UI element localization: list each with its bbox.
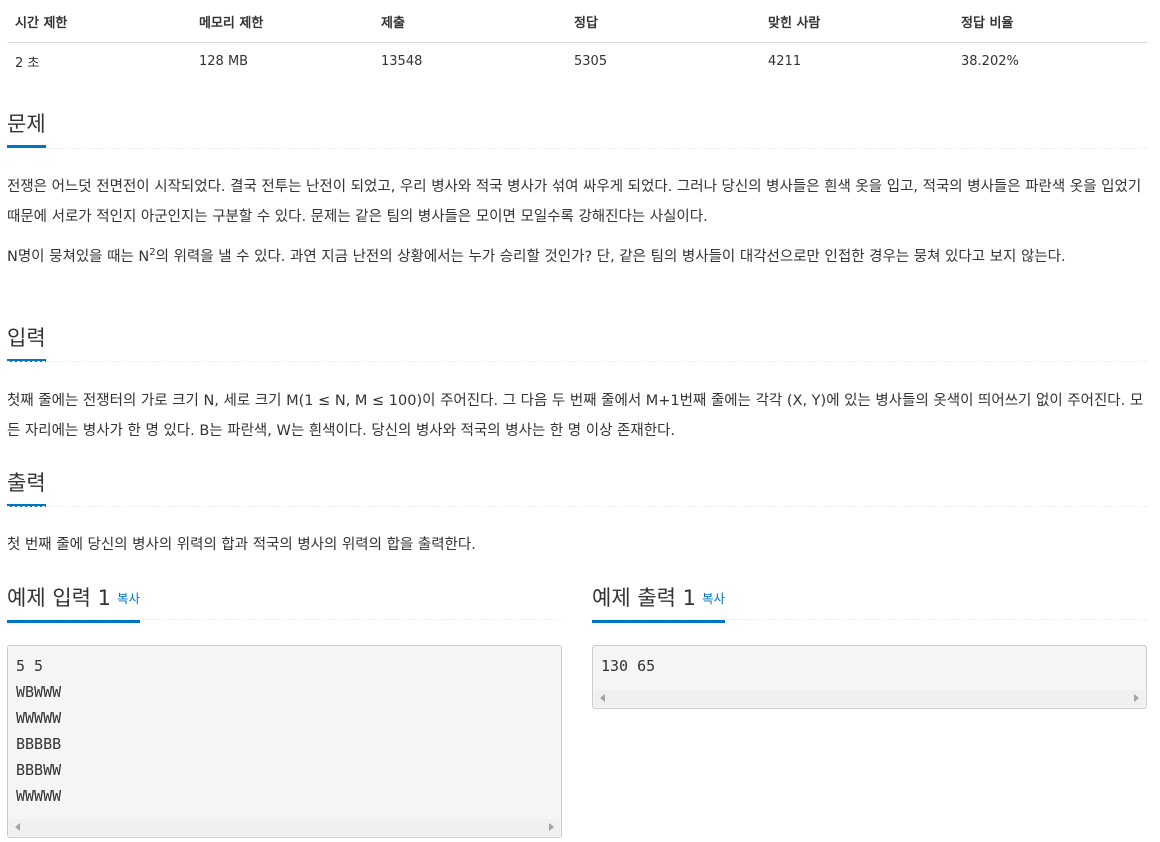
sample-output-title: 예제 출력 1 복사 <box>592 585 726 623</box>
sample-input-content: 5 5 WBWWW WWWWW BBBBB BBBWW WWWWW <box>16 657 62 805</box>
sample-output-box: 130 65 <box>592 645 1147 709</box>
scroll-right-arrow-icon[interactable] <box>1134 694 1139 702</box>
header-submissions: 제출 <box>381 15 405 31</box>
section-divider <box>7 148 1147 149</box>
header-accepted: 정답 <box>574 15 598 31</box>
section-divider <box>7 619 562 620</box>
problem-text-part: 의 위력을 낼 수 있다. 과연 지금 난전의 상황에서는 누가 승리할 것인가… <box>155 249 1066 265</box>
copy-sample-output-button[interactable]: 복사 <box>702 591 725 606</box>
sample-output-title-text: 예제 출력 1 <box>592 586 696 610</box>
scroll-left-arrow-icon[interactable] <box>15 823 20 831</box>
problem-description-1: 전쟁은 어느덧 전면전이 시작되었다. 결국 전투는 난전이 되었고, 우리 병… <box>7 179 1142 225</box>
problem-title: 문제 <box>7 111 46 148</box>
output-title: 출력 <box>7 470 46 507</box>
memory-limit-value: 128 MB <box>199 53 249 69</box>
scroll-left-arrow-icon[interactable] <box>600 694 605 702</box>
horizontal-scrollbar[interactable] <box>594 690 1145 707</box>
submissions-value: 13548 <box>381 53 423 69</box>
solved-users-value: 4211 <box>768 53 802 69</box>
header-time-limit: 시간 제한 <box>15 15 68 31</box>
header-memory-limit: 메모리 제한 <box>199 15 264 31</box>
problem-info-table: 시간 제한 메모리 제한 제출 정답 맞힌 사람 정답 비율 2 초 128 M… <box>7 0 1147 79</box>
input-section-header: 입력 <box>7 325 46 365</box>
horizontal-scrollbar[interactable] <box>9 819 560 836</box>
accepted-value: 5305 <box>574 53 608 69</box>
problem-section-header: 문제 <box>7 111 46 151</box>
problem-description-2: N명이 뭉쳐있을 때는 N2의 위력을 낼 수 있다. 과연 지금 난전의 상황… <box>7 242 1147 272</box>
output-section-header: 출력 <box>7 470 46 510</box>
accept-ratio-value: 38.202% <box>961 53 1019 69</box>
sample-output-content: 130 65 <box>601 657 656 675</box>
scroll-right-arrow-icon[interactable] <box>549 823 554 831</box>
header-accept-ratio: 정답 비율 <box>961 15 1014 31</box>
input-title: 입력 <box>7 325 46 362</box>
time-limit-value: 2 초 <box>15 55 40 71</box>
problem-text-part: N명이 뭉쳐있을 때는 N <box>7 249 150 265</box>
info-table-header: 시간 제한 메모리 제한 제출 정답 맞힌 사람 정답 비율 <box>7 0 1147 43</box>
info-table-row: 2 초 128 MB 13548 5305 4211 38.202% <box>7 43 1147 79</box>
section-divider <box>7 506 1147 507</box>
section-divider <box>7 361 1147 362</box>
output-description: 첫 번째 줄에 당신의 병사의 위력의 합과 적국의 병사의 위력의 합을 출력… <box>7 537 476 553</box>
sample-input-title: 예제 입력 1 복사 <box>7 585 141 623</box>
header-solved-users: 맞힌 사람 <box>768 15 821 31</box>
sample-input-title-text: 예제 입력 1 <box>7 586 111 610</box>
input-description: 첫째 줄에는 전쟁터의 가로 크기 N, 세로 크기 M(1 ≤ N, M ≤ … <box>7 393 1144 439</box>
section-divider <box>592 619 1147 620</box>
sample-input-box: 5 5 WBWWW WWWWW BBBBB BBBWW WWWWW <box>7 645 562 838</box>
copy-sample-input-button[interactable]: 복사 <box>117 591 140 606</box>
